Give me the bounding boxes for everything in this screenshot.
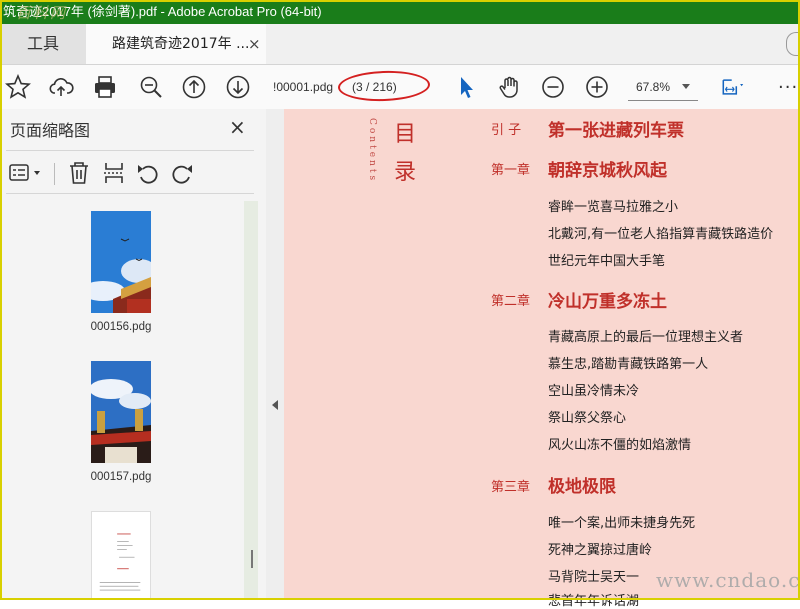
divider: [6, 193, 254, 194]
panel-close-icon[interactable]: ×: [229, 115, 246, 139]
zoom-value: 67.8%: [636, 80, 671, 94]
chapter-label: 第三章: [491, 480, 531, 495]
page-down-icon[interactable]: [225, 74, 251, 100]
divider: [6, 150, 254, 151]
page-up-icon[interactable]: [181, 74, 207, 100]
window-title-bar: 筑奇迹2017年 (徐剑著).pdf - Adobe Acrobat Pro (…: [0, 0, 800, 24]
chapter-label: 第一章: [491, 163, 531, 178]
print-icon[interactable]: [92, 74, 118, 100]
tab-document-label: 路建筑奇迹2017年 ...: [112, 36, 250, 52]
panel-toolbar: [0, 157, 266, 191]
section-entry[interactable]: 慕生忠,踏勘青藏铁路第一人: [548, 353, 708, 372]
thumbnail-label: 000157.pdg: [90, 471, 152, 483]
section-entry[interactable]: 唯一个案,出师未捷身先死: [548, 512, 695, 531]
tab-tools[interactable]: 工具: [0, 24, 86, 64]
collapse-arrow-icon[interactable]: [272, 400, 278, 410]
tab-scroll-icon[interactable]: [786, 32, 800, 56]
undo-icon[interactable]: [135, 160, 161, 186]
chapter-title[interactable]: 冷山万重多冻土: [548, 287, 667, 312]
section-entry[interactable]: 世纪元年中国大手笔: [548, 250, 665, 269]
page-thumbnail[interactable]: [91, 511, 151, 600]
page-thumbnail[interactable]: [91, 361, 151, 463]
fit-page-icon[interactable]: [721, 74, 747, 100]
select-arrow-icon[interactable]: [453, 74, 479, 100]
watermark-bottom: www.cndao.com: [656, 568, 800, 592]
section-entry[interactable]: 睿眸一览喜马拉雅之小: [548, 196, 678, 215]
thumbnail-scrollbar[interactable]: [244, 201, 258, 600]
cloud-upload-icon[interactable]: [48, 74, 74, 100]
toc-heading-char-2: 录: [394, 160, 417, 185]
toc-heading-char-1: 目: [394, 122, 417, 147]
divider: [54, 163, 55, 185]
section-entry[interactable]: 马背院士吴天一: [548, 566, 639, 585]
thumbnail-list: 000156.pdg 000157.pdg: [0, 201, 258, 600]
section-entry[interactable]: 风火山冻不僵的如焰激情: [548, 434, 691, 453]
panel-title: 页面缩略图: [10, 121, 91, 140]
page-thumbnail[interactable]: [91, 211, 151, 313]
section-entry[interactable]: 死神之翼掠过唐岭: [548, 539, 652, 558]
star-icon[interactable]: [5, 73, 31, 100]
scrollbar-thumb[interactable]: [251, 550, 253, 568]
main-toolbar: !00001.pdg (3 / 216) 67.8% ···: [0, 65, 800, 110]
hand-icon[interactable]: [497, 74, 523, 100]
chevron-down-icon[interactable]: [682, 84, 690, 89]
tab-close-icon[interactable]: ×: [248, 24, 261, 64]
chapter-title[interactable]: 第一张进藏列车票: [548, 116, 684, 141]
chapter-title[interactable]: 朝辞京城秋风起: [548, 156, 667, 181]
annotation-ellipse: [337, 69, 431, 103]
insert-pages-icon[interactable]: [101, 160, 127, 186]
trash-icon[interactable]: [66, 160, 92, 186]
section-entry[interactable]: 祭山祭父祭心: [548, 407, 626, 426]
minus-circle-icon[interactable]: [540, 74, 566, 100]
more-icon[interactable]: ···: [778, 77, 798, 98]
options-menu-icon[interactable]: [8, 160, 44, 186]
section-entry[interactable]: 青藏高原上的最后一位理想主义者: [548, 326, 743, 345]
chapter-label: 引 子: [491, 123, 522, 138]
section-entry[interactable]: 空山虽冷情未冷: [548, 380, 639, 399]
chapter-title[interactable]: 极地极限: [548, 472, 616, 497]
tab-bar: 工具 路建筑奇迹2017年 ... ×: [0, 24, 800, 65]
document-page: [284, 109, 800, 600]
tab-document[interactable]: 路建筑奇迹2017年 ...: [86, 24, 266, 64]
plus-circle-icon[interactable]: [584, 74, 610, 100]
section-entry[interactable]: 北戴河,有一位老人掐指算青藏铁路造价: [548, 223, 773, 242]
contents-vertical-text: Contents: [367, 118, 377, 184]
chapter-label: 第二章: [491, 294, 531, 309]
panel-collapse-strip[interactable]: [266, 109, 284, 600]
redo-icon[interactable]: [169, 160, 195, 186]
zoom-out-magnifier-icon[interactable]: [138, 74, 164, 100]
watermark-top: 百科网: [16, 4, 68, 22]
page-number-input[interactable]: !00001.pdg: [273, 77, 333, 97]
thumbnail-label: 000156.pdg: [90, 321, 152, 333]
